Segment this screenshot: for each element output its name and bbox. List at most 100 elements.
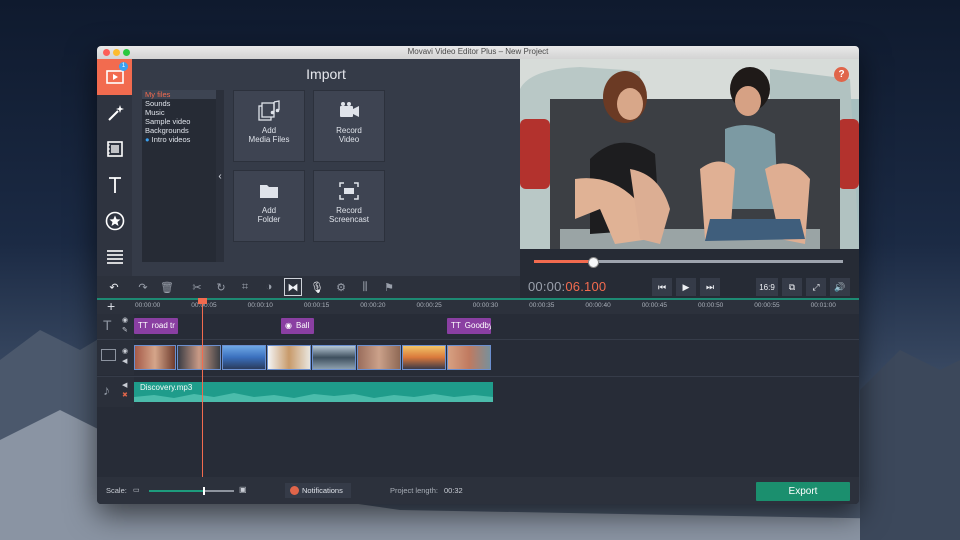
project-length-value: 00:32 <box>443 486 463 495</box>
record-video-label-2: Video <box>338 135 360 144</box>
flag-icon: ⚑ <box>384 281 394 294</box>
scale-slider-knob[interactable] <box>202 487 205 495</box>
cut-button[interactable]: ✂ <box>188 278 206 296</box>
video-clip[interactable] <box>357 345 401 370</box>
title-clip-label: Goodby <box>464 321 491 330</box>
playhead-handle[interactable] <box>198 298 207 304</box>
title-clip[interactable]: TT road tr <box>134 318 178 334</box>
add-folder-label-2: Folder <box>257 215 281 224</box>
more-tools-tab[interactable] <box>97 239 132 275</box>
record-audio-button[interactable]: 🎙 <box>308 278 326 296</box>
fullscreen-button[interactable]: ⤢ <box>806 278 826 296</box>
video-clip[interactable] <box>312 345 356 370</box>
rotate-button[interactable]: ↻ <box>212 278 230 296</box>
category-item-sample-video[interactable]: Sample video <box>142 117 216 126</box>
video-clip[interactable] <box>222 345 266 370</box>
video-clip[interactable] <box>402 345 446 370</box>
audio-clip-label: Discovery.mp3 <box>140 383 193 392</box>
track-divider <box>97 376 859 377</box>
filters-tab[interactable] <box>97 131 132 167</box>
app-window: Movavi Video Editor Plus – New Project 1… <box>97 46 859 504</box>
transition-button[interactable]: ⧓ <box>284 278 302 296</box>
ruler-tick-label: 00:00:10 <box>247 302 273 309</box>
chevron-left-icon: ‹ <box>218 170 222 182</box>
more-menu-icon <box>106 250 123 264</box>
category-item-my-files[interactable]: My files <box>142 90 216 99</box>
title-clip-label: road tr <box>151 321 175 330</box>
next-frame-button[interactable]: ⏭ <box>700 278 720 296</box>
category-item-sounds[interactable]: Sounds <box>142 99 216 108</box>
ruler-tick-label: 00:00:25 <box>416 302 442 309</box>
video-clip[interactable] <box>447 345 491 370</box>
play-button[interactable]: ▶ <box>676 278 696 296</box>
folder-icon <box>260 185 278 198</box>
eye-icon[interactable]: ◉ <box>122 347 128 355</box>
ruler-tick-label: 00:00:45 <box>641 302 667 309</box>
player-controls: 00:00:06.100 ⏮ ▶ ⏭ 16:9 ⧉ ⤢ 🔊 <box>520 276 859 298</box>
preview-seek-bar[interactable] <box>534 257 843 268</box>
timeline-tracks: T ◉ ✎ ◉ ◀ ♪ ◀ ✖ TT road tr ◉ Ball TT Goodby <box>97 314 859 477</box>
screencast-icon <box>339 182 359 200</box>
play-icon: ▶ <box>682 281 690 292</box>
help-button[interactable]: ? <box>834 67 849 82</box>
stickers-tab[interactable] <box>97 203 132 239</box>
settings-button[interactable]: ⚙ <box>332 278 350 296</box>
category-list: My files Sounds Music Sample video Backg… <box>142 90 216 262</box>
preview-seek-knob[interactable] <box>587 257 599 268</box>
ruler-tick-label: 00:00:40 <box>585 302 611 309</box>
timeline-ruler[interactable]: + 00:00:00 00:00:05 00:00:10 00:00:15 00:00:… <box>97 298 859 314</box>
audio-track-header: ♪ ◀ ✖ <box>97 377 134 407</box>
window-title: Movavi Video Editor Plus – New Project <box>407 47 549 56</box>
record-screencast-button[interactable]: Record Screencast <box>313 170 385 242</box>
eye-icon[interactable]: ◉ <box>122 316 128 324</box>
title-clip[interactable]: ◉ Ball <box>281 318 314 334</box>
mute-icon[interactable]: ◀ <box>122 357 127 365</box>
preview-frame-image <box>520 59 859 249</box>
crop-button[interactable]: ⌗ <box>236 278 254 296</box>
volume-button[interactable]: 🔊 <box>830 278 850 296</box>
previous-frame-button[interactable]: ⏮ <box>652 278 672 296</box>
equalizer-button[interactable]: ⫼ <box>356 278 374 296</box>
titles-tab[interactable] <box>97 167 132 203</box>
undo-button[interactable]: ↶ <box>105 278 123 296</box>
category-item-intro-videos[interactable]: ● Intro videos <box>142 135 216 144</box>
import-tab[interactable]: 1 <box>97 59 132 95</box>
delete-button[interactable]: 🗑 <box>158 278 176 296</box>
category-item-music[interactable]: Music <box>142 108 216 117</box>
volume-icon[interactable]: ◀ <box>122 381 127 389</box>
add-media-files-button[interactable]: Add Media Files <box>233 90 305 162</box>
category-item-backgrounds[interactable]: Backgrounds <box>142 126 216 135</box>
export-button[interactable]: Export <box>756 482 850 501</box>
add-folder-label-1: Add <box>261 206 277 215</box>
timecode-prefix: 00:00: <box>528 279 566 294</box>
add-media-label-2: Media Files <box>248 135 290 144</box>
marker-button[interactable]: ⚑ <box>380 278 398 296</box>
add-folder-button[interactable]: Add Folder <box>233 170 305 242</box>
magic-wand-icon <box>107 105 124 121</box>
video-preview: ? <box>520 59 859 249</box>
notifications-label: Notifications <box>302 486 343 495</box>
transition-icon: ⧓ <box>287 281 299 294</box>
video-clip[interactable] <box>177 345 221 370</box>
collapse-list-button[interactable]: ‹ <box>216 90 224 262</box>
zoom-in-icon[interactable]: ▣ <box>239 485 247 494</box>
color-adjust-button[interactable]: ◑ <box>260 278 278 296</box>
notifications-button[interactable]: Notifications <box>285 483 351 498</box>
playhead-line[interactable] <box>202 298 203 477</box>
redo-button[interactable]: ↷ <box>134 278 152 296</box>
add-track-button[interactable]: + <box>107 298 115 314</box>
aspect-ratio-button[interactable]: 16:9 <box>756 278 778 296</box>
lock-icon[interactable]: ✎ <box>122 326 128 334</box>
ruler-tick-label: 00:01:00 <box>810 302 836 309</box>
video-clip[interactable] <box>267 345 311 370</box>
record-video-button[interactable]: Record Video <box>313 90 385 162</box>
title-clip-label: Ball <box>295 321 310 330</box>
video-clip[interactable] <box>134 345 176 370</box>
effects-tab[interactable] <box>97 95 132 131</box>
detach-preview-button[interactable]: ⧉ <box>782 278 802 296</box>
zoom-out-icon[interactable]: ▭ <box>133 486 140 494</box>
unlink-icon[interactable]: ✖ <box>122 391 128 399</box>
title-clip[interactable]: TT Goodby <box>447 318 491 334</box>
audio-clip[interactable]: Discovery.mp3 <box>134 382 493 402</box>
scale-slider[interactable] <box>149 487 234 495</box>
